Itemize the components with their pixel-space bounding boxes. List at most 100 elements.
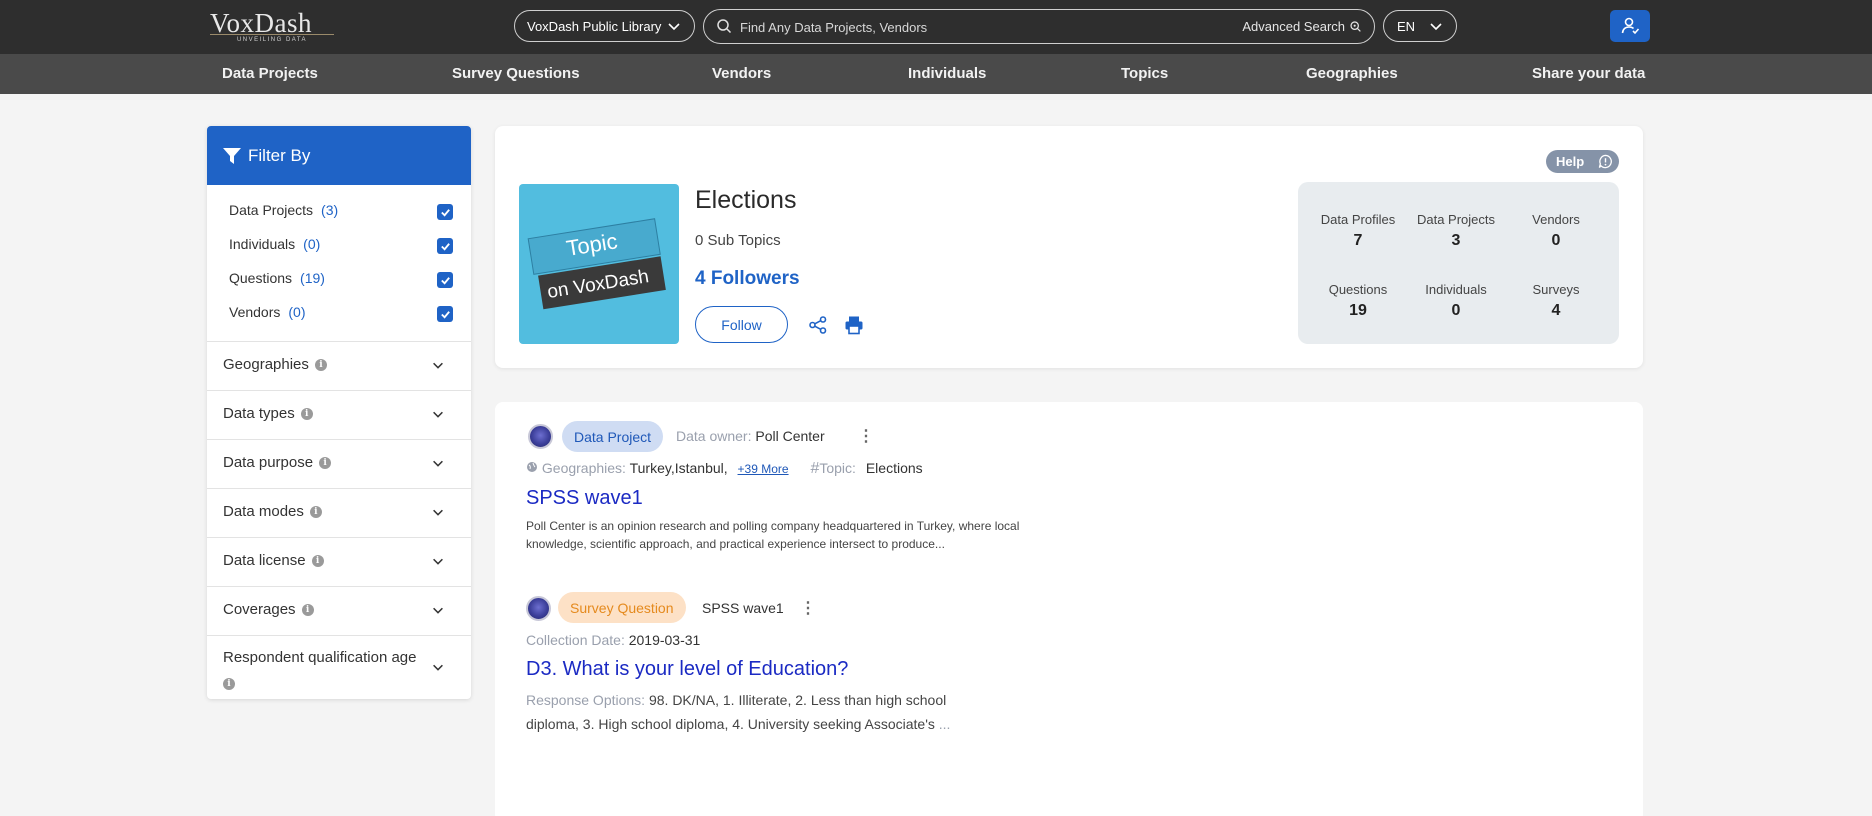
nav-geographies[interactable]: Geographies: [1306, 65, 1398, 82]
filter-type-vendors[interactable]: Vendors (0): [229, 304, 453, 324]
data-owner-name[interactable]: Poll Center: [755, 428, 824, 444]
info-icon[interactable]: i: [300, 407, 313, 420]
checkbox-checked[interactable]: [437, 272, 453, 288]
info-icon[interactable]: i: [309, 505, 322, 518]
stat-data-profiles[interactable]: Data Profiles 7: [1308, 212, 1408, 250]
follow-button[interactable]: Follow: [695, 306, 788, 343]
more-geographies-link[interactable]: +39 More: [738, 462, 789, 476]
checkbox-checked[interactable]: [437, 238, 453, 254]
chevron-down-icon: [1428, 18, 1444, 37]
facet-label: Geographies: [223, 356, 309, 373]
filter-type-label: Vendors: [229, 304, 281, 320]
chevron-down-icon: [431, 456, 445, 475]
data-owner: Data owner: Poll Center: [676, 428, 825, 444]
topic-stats-panel: Data Profiles 7 Data Projects 3 Vendors 0 Q…: [1298, 182, 1619, 344]
stat-individuals[interactable]: Individuals 0: [1406, 282, 1506, 320]
facet-data-modes[interactable]: Data modes i: [207, 488, 471, 537]
info-icon[interactable]: i: [311, 554, 324, 567]
filter-type-individuals[interactable]: Individuals (0): [229, 236, 453, 256]
language-select[interactable]: EN: [1383, 10, 1457, 42]
filter-type-questions[interactable]: Questions (19): [229, 270, 453, 290]
more-options-icon[interactable]: ⋮: [858, 426, 874, 446]
stat-label: Vendors: [1532, 212, 1580, 227]
nav-survey-questions[interactable]: Survey Questions: [452, 65, 580, 82]
check-icon: [440, 242, 450, 251]
chevron-down-icon: [431, 603, 445, 622]
stat-value: 4: [1551, 302, 1561, 319]
facet-label: Data purpose: [223, 454, 314, 471]
checkbox-checked[interactable]: [437, 204, 453, 220]
checkbox-checked[interactable]: [437, 306, 453, 322]
user-account-button[interactable]: [1610, 10, 1650, 42]
facet-coverages[interactable]: Coverages i: [207, 586, 471, 635]
logo-tagline: UNVEILING DATA: [210, 34, 334, 43]
chevron-down-icon: [431, 660, 445, 679]
chevron-down-icon: [431, 407, 445, 426]
facet-respondent-qualification-age[interactable]: Respondent qualification age i: [207, 635, 471, 699]
filter-type-count: (0): [303, 236, 321, 252]
info-icon[interactable]: i: [314, 358, 327, 371]
stat-value: 7: [1353, 232, 1363, 249]
info-icon[interactable]: i: [319, 456, 332, 469]
stat-questions[interactable]: Questions 19: [1308, 282, 1408, 320]
source-project[interactable]: SPSS wave1: [702, 600, 784, 616]
share-icon[interactable]: [808, 315, 828, 340]
library-select-label: VoxDash Public Library: [527, 18, 662, 34]
followers-count[interactable]: 4 Followers: [695, 268, 800, 290]
search-box: Advanced Search: [703, 9, 1375, 44]
advanced-search-link[interactable]: Advanced Search: [1242, 19, 1362, 34]
stat-value: 3: [1451, 232, 1461, 249]
check-icon: [440, 276, 450, 285]
facet-data-types[interactable]: Data types i: [207, 390, 471, 439]
collection-date: Collection Date: 2019-03-31: [526, 632, 700, 648]
stat-value: 0: [1451, 302, 1461, 319]
print-icon[interactable]: [844, 315, 864, 340]
facet-label: Data modes: [223, 503, 304, 520]
facet-label: Coverages: [223, 601, 296, 618]
nav-topics[interactable]: Topics: [1121, 65, 1168, 82]
filter-sidebar: Filter By Data Projects (3) Individuals (0…: [207, 126, 471, 699]
nav-vendors[interactable]: Vendors: [712, 65, 771, 82]
facet-data-purpose[interactable]: Data purpose i: [207, 439, 471, 488]
result-title[interactable]: SPSS wave1: [526, 487, 643, 510]
library-select[interactable]: VoxDash Public Library: [514, 10, 695, 42]
top-bar: VoxDash UNVEILING DATA VoxDash Public Li…: [0, 0, 1872, 54]
response-options: Response Options: 98. DK/NA, 1. Illitera…: [526, 688, 996, 736]
search-input[interactable]: [740, 16, 1220, 38]
geographies-value: Turkey,Istanbul,: [629, 460, 728, 476]
response-options-line2: diploma, 3. High school diploma, 4. Univ…: [526, 716, 935, 732]
survey-question-badge: Survey Question: [558, 592, 686, 623]
nav-data-projects[interactable]: Data Projects: [222, 65, 318, 82]
chevron-down-icon: [666, 18, 682, 37]
advanced-search-label: Advanced Search: [1242, 19, 1345, 34]
topic-value[interactable]: Elections: [866, 460, 923, 476]
response-ellipsis: ...: [938, 716, 951, 732]
stat-label: Data Projects: [1416, 212, 1496, 227]
facet-label: Data types: [223, 405, 295, 422]
collection-date-label: Collection Date:: [526, 632, 625, 648]
help-icon: [1598, 154, 1613, 169]
stat-label: Questions: [1328, 282, 1388, 297]
data-owner-label: Data owner:: [676, 428, 752, 444]
facet-geographies[interactable]: Geographies i: [207, 341, 471, 390]
info-icon[interactable]: i: [223, 678, 235, 690]
stat-vendors[interactable]: Vendors 0: [1506, 212, 1606, 250]
result-title[interactable]: D3. What is your level of Education?: [526, 658, 848, 681]
stat-surveys[interactable]: Surveys 4: [1506, 282, 1606, 320]
owner-avatar[interactable]: [526, 596, 551, 621]
stat-label: Surveys: [1532, 282, 1580, 297]
owner-avatar[interactable]: [528, 424, 553, 449]
filter-type-data-projects[interactable]: Data Projects (3): [229, 202, 453, 222]
stat-data-projects[interactable]: Data Projects 3: [1406, 212, 1506, 250]
filter-header: Filter By: [207, 126, 471, 185]
result-meta: Geographies: Turkey,Istanbul, +39 More #…: [526, 460, 923, 478]
check-icon: [440, 208, 450, 217]
help-button[interactable]: Help: [1546, 150, 1619, 173]
facet-data-license[interactable]: Data license i: [207, 537, 471, 586]
data-project-badge: Data Project: [562, 421, 664, 452]
nav-individuals[interactable]: Individuals: [908, 65, 986, 82]
info-icon[interactable]: i: [301, 603, 314, 616]
nav-share-your-data[interactable]: Share your data: [1532, 65, 1645, 82]
result-description: Poll Center is an opinion research and p…: [526, 519, 1020, 551]
more-options-icon[interactable]: ⋮: [800, 598, 816, 618]
